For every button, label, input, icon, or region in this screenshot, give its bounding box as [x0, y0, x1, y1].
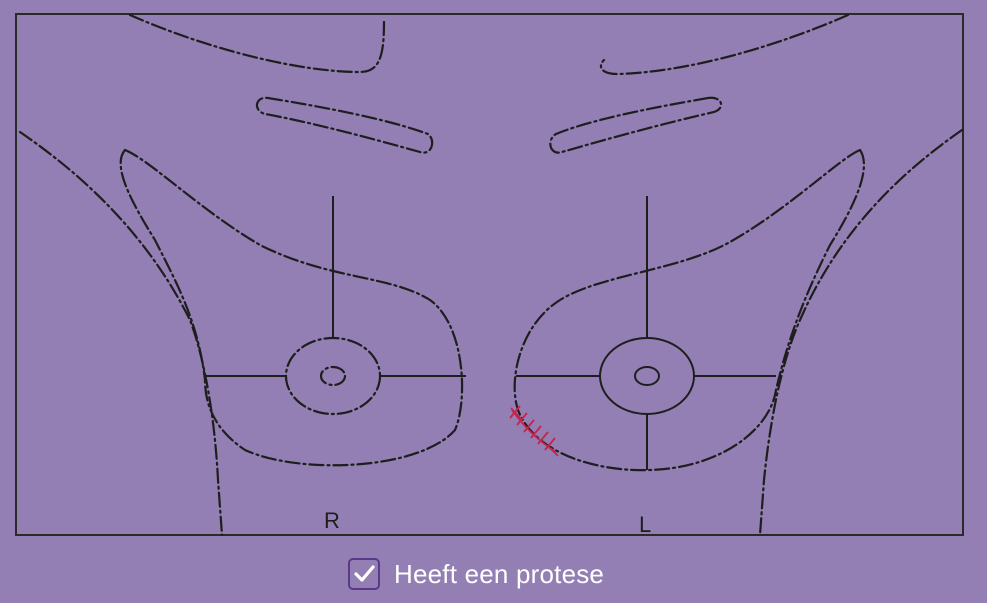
areola-left: [599, 337, 695, 415]
collarbone-left: [549, 96, 723, 154]
axilla-left: [774, 148, 865, 392]
scar-marking: [509, 405, 559, 457]
prosthesis-checkbox[interactable]: [348, 558, 380, 590]
breast-left-contour: [513, 148, 862, 472]
neck-left-contour: [599, 13, 850, 76]
torso-right-side: [18, 130, 224, 537]
checkmark-icon: [354, 565, 375, 582]
neck-right-contour: [128, 13, 386, 74]
breast-diagram: R L: [18, 13, 964, 537]
prosthesis-label: Heeft een protese: [394, 558, 605, 589]
nipple-right: [319, 365, 347, 387]
prosthesis-checkbox-row[interactable]: Heeft een protese: [348, 556, 604, 592]
side-label-left: L: [639, 512, 651, 537]
nipple-left: [634, 366, 660, 386]
breast-right-contour: [123, 148, 464, 467]
axilla-right: [119, 148, 207, 382]
areola-right: [284, 336, 382, 416]
torso-left-side: [758, 128, 964, 537]
side-label-right: R: [324, 508, 340, 533]
collarbone-right: [255, 96, 434, 154]
